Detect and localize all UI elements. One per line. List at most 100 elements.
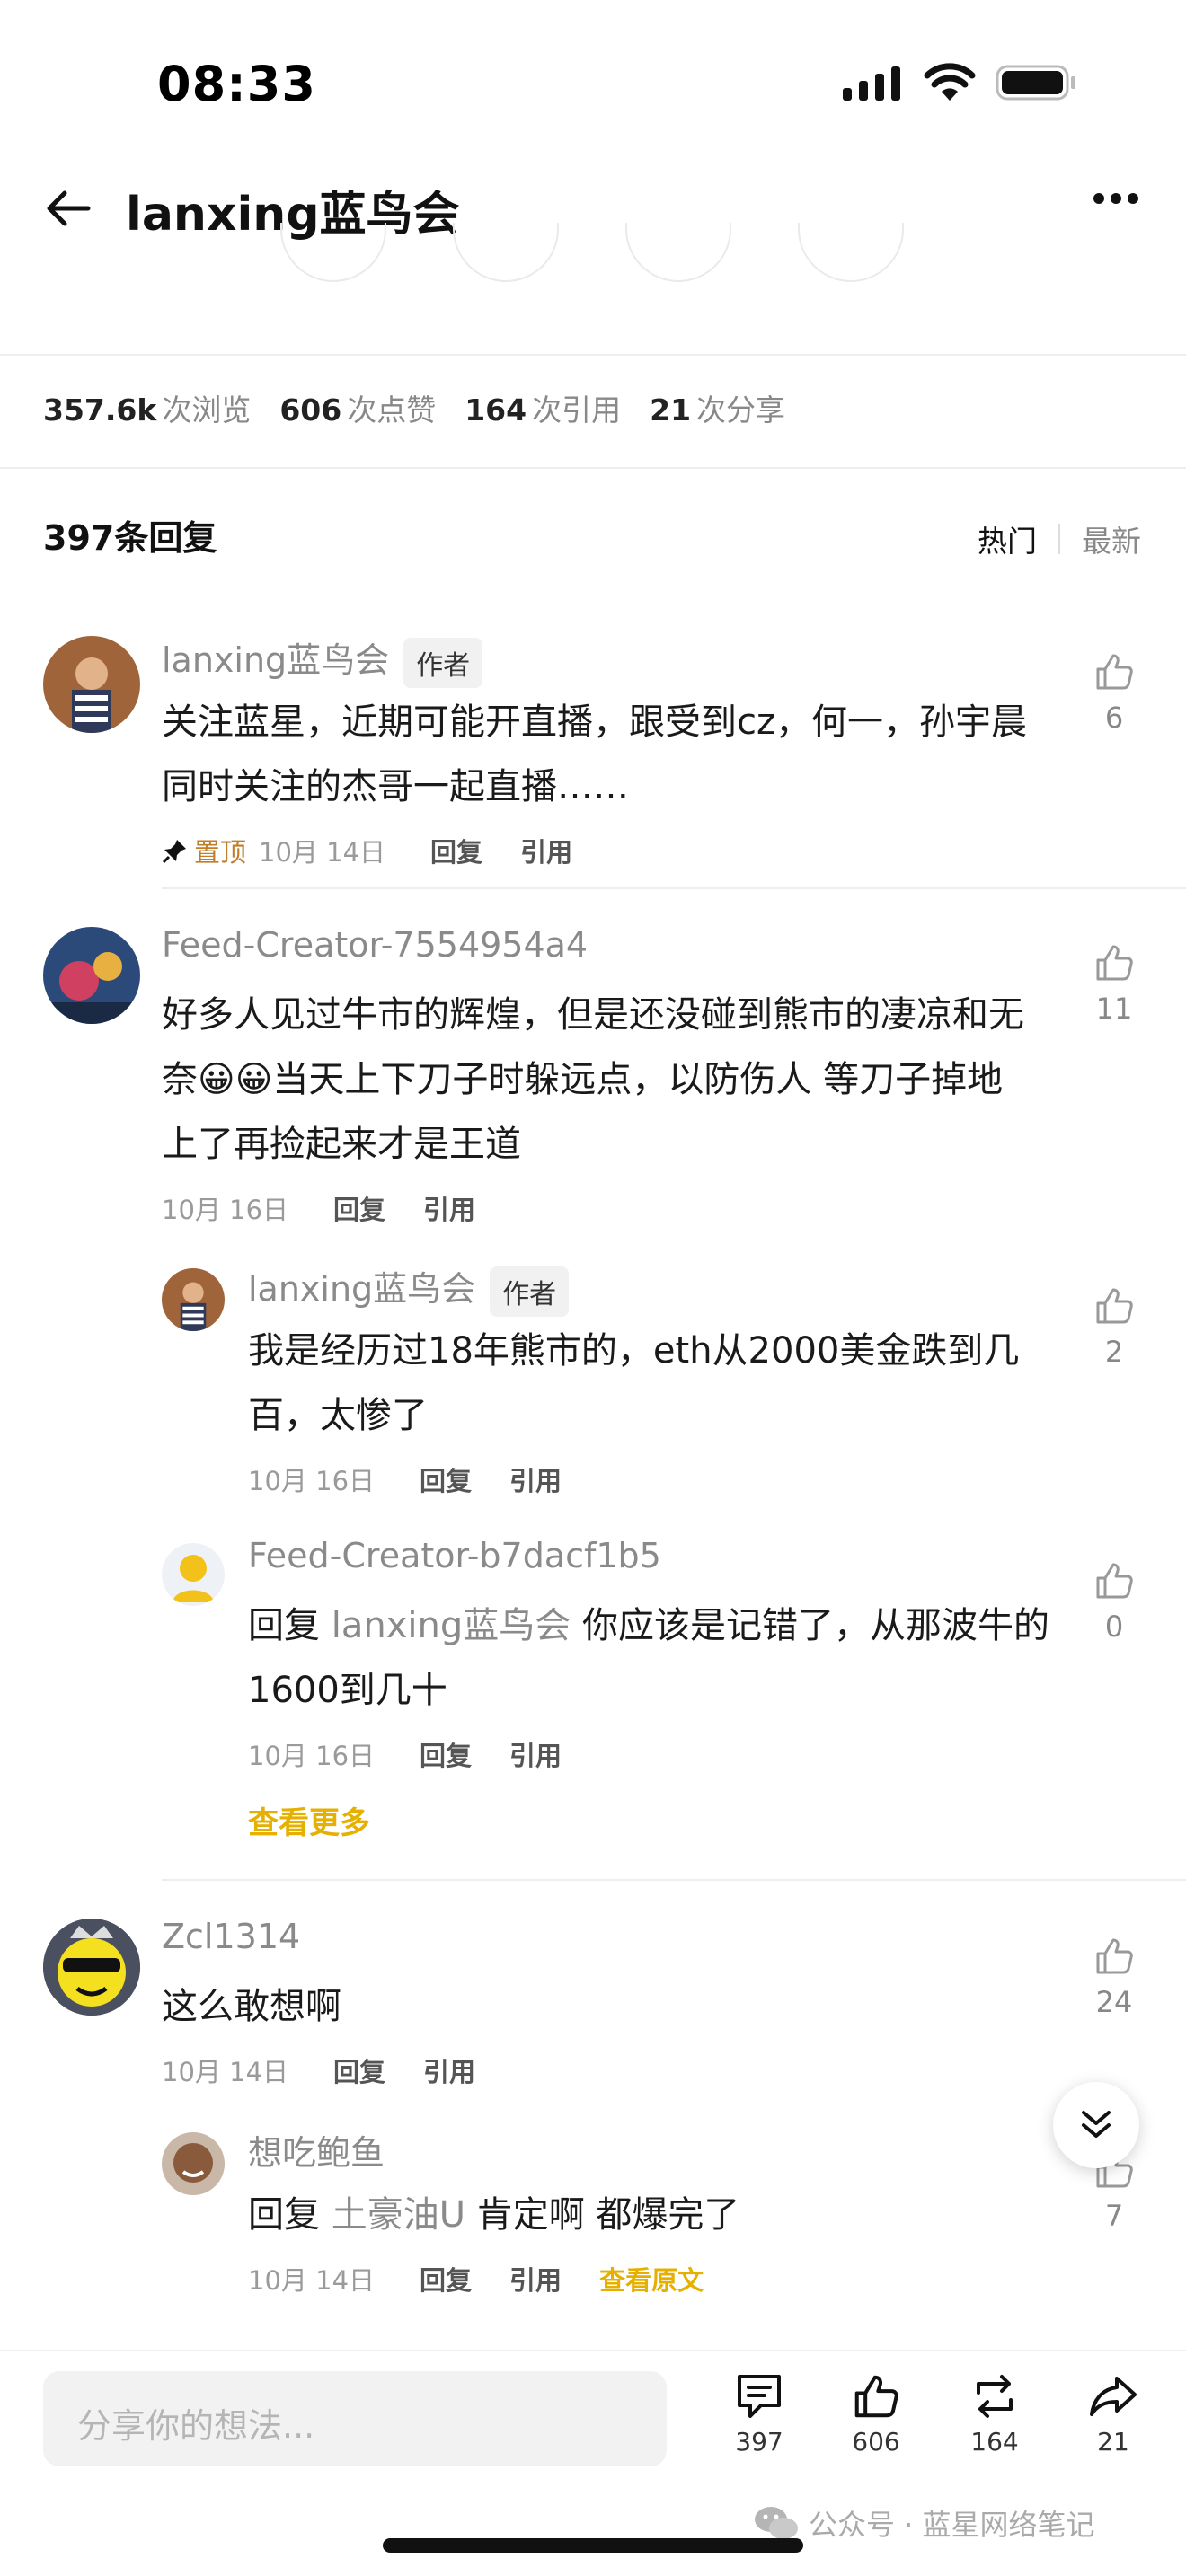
wechat-icon [755,2507,798,2539]
comment-meta: 10月 14日 回复 引用 [162,2051,475,2089]
quotes-stat: 164 次引用 [465,393,622,428]
like-button[interactable]: 11 [1087,943,1141,1026]
avatar[interactable] [162,1268,225,1331]
reply-button[interactable]: 回复 [420,1460,472,1498]
status-icons [843,63,1078,102]
avatar[interactable] [43,636,140,733]
quote-button[interactable]: 引用 [423,1189,475,1227]
comment-text: 我是经历过18年熊市的，eth从2000美金跌到几 百，太惨了 [248,1330,1020,1436]
comment-author[interactable]: Feed-Creator-7554954a4 [162,925,588,965]
comment-author[interactable]: Zcl1314 [162,1917,300,1956]
reposts-count: 164 [970,2427,1019,2457]
like-button[interactable]: 2 [1087,1286,1141,1369]
comment-icon [738,2375,781,2418]
like-count: 0 [1104,1610,1124,1644]
divider [0,354,1186,356]
quote-button[interactable]: 引用 [509,1460,562,1498]
more-options-icon[interactable] [1093,192,1139,205]
comment-author[interactable]: lanxing蓝鸟会 作者 [162,632,483,688]
double-chevron-down-icon [1082,2111,1111,2138]
thumbs-up-icon [854,2375,898,2418]
shares-count: 21 [1097,2427,1129,2457]
comments-action[interactable]: 397 [719,2373,800,2457]
signal-icon [843,66,900,101]
scroll-down-button[interactable] [1053,2082,1139,2168]
status-bar: 08:33 [0,0,1186,153]
likes-count: 606 [852,2427,900,2457]
repost-action[interactable]: 164 [954,2373,1035,2457]
comment-text: 这么敢想啊 [162,1986,341,2027]
repost-icon [977,2375,1013,2418]
like-button[interactable]: 6 [1087,652,1141,735]
comment-date: 10月 14日 [259,837,386,868]
avatar[interactable] [43,927,140,1024]
thumbs-up-icon [1096,1938,1133,1974]
comments-count: 397 [735,2427,783,2457]
comment-meta: 10月 16日 回复 引用 [248,1460,562,1498]
watermark: 公众号 · 蓝星网络笔记 [753,2502,1095,2544]
sort-hot-tab[interactable]: 热门 [978,517,1037,560]
quote-button[interactable]: 引用 [520,832,572,869]
home-indicator [383,2538,803,2553]
likes-stat: 606 次点赞 [279,393,437,428]
share-action[interactable]: 21 [1073,2373,1154,2457]
comment-meta: 10月 16日 回复 引用 [248,1735,562,1773]
share-icon [1090,2377,1137,2416]
sort-new-tab[interactable]: 最新 [1082,517,1141,560]
comment-meta: 10月 16日 回复 引用 [162,1189,475,1227]
divider [0,467,1186,469]
wifi-icon [924,63,976,101]
sort-tabs: 热门 最新 [978,517,1141,560]
thumbs-up-icon [1096,1563,1133,1599]
reply-button[interactable]: 回复 [333,2051,385,2089]
avatar[interactable] [162,2132,225,2195]
quote-button[interactable]: 引用 [509,1735,562,1773]
back-arrow-icon[interactable] [43,183,93,234]
comment-author[interactable]: Feed-Creator-b7dacf1b5 [248,1536,661,1575]
divider [162,1879,1186,1881]
avatar[interactable] [162,1543,225,1606]
like-count: 11 [1095,992,1133,1026]
status-time: 08:33 [157,56,316,112]
view-original-link[interactable]: 查看原文 [599,2260,704,2298]
like-count: 6 [1104,701,1124,735]
reply-button[interactable]: 回复 [333,1189,385,1227]
author-tag: 作者 [403,637,483,688]
like-button[interactable]: 24 [1087,1936,1141,2019]
reply-button[interactable]: 回复 [420,2260,472,2298]
comment-date: 10月 14日 [162,2057,289,2087]
see-more-replies[interactable]: 查看更多 [248,1798,370,1842]
comment-text: 回复 土豪油U 肯定啊 都爆完了 [248,2194,740,2236]
reply-target[interactable]: 土豪油U [332,2194,465,2236]
like-count: 24 [1095,1985,1133,2019]
reply-button[interactable]: 回复 [420,1735,472,1773]
shares-stat: 21 次分享 [650,393,786,428]
comment-author[interactable]: lanxing蓝鸟会 作者 [248,1261,570,1317]
sort-separator [1058,524,1060,554]
battery-icon [996,65,1075,101]
thumbs-up-icon [1096,654,1133,690]
like-action[interactable]: 606 [836,2373,916,2457]
comment-date: 10月 16日 [248,1741,376,1771]
action-row-remnant [0,223,1186,295]
comment-text: 回复 lanxing蓝鸟会 你应该是记错了，从那波牛的 1600到几十 [248,1605,1049,1711]
divider [162,887,1186,889]
reply-button[interactable]: 回复 [430,832,482,869]
avatar[interactable] [43,1919,140,2016]
comment-meta: 置顶 10月 14日 回复 引用 [162,832,572,869]
like-button[interactable]: 0 [1087,1561,1141,1644]
reply-target[interactable]: lanxing蓝鸟会 [332,1605,571,1646]
comment-input[interactable]: 分享你的想法... [43,2371,667,2466]
like-count: 2 [1104,1335,1124,1369]
comment-date: 10月 16日 [248,1466,376,1496]
comment-meta: 10月 14日 回复 引用 查看原文 [248,2260,704,2298]
thumbs-up-icon [1096,1288,1133,1324]
nav-bar: lanxing蓝鸟会 [0,160,1186,259]
comment-author[interactable]: 想吃鲍鱼 [248,2125,385,2175]
comment-text: 好多人见过牛市的辉煌，但是还没碰到熊市的凄凉和无 奈😀😀当天上下刀子时躲远点，以… [162,994,1024,1165]
author-tag: 作者 [490,1266,570,1317]
quote-button[interactable]: 引用 [423,2051,475,2089]
quote-button[interactable]: 引用 [509,2260,562,2298]
views-stat: 357.6k 次浏览 [43,393,252,428]
post-stats: 357.6k 次浏览 606 次点赞 164 次引用 21 次分享 [43,386,785,429]
